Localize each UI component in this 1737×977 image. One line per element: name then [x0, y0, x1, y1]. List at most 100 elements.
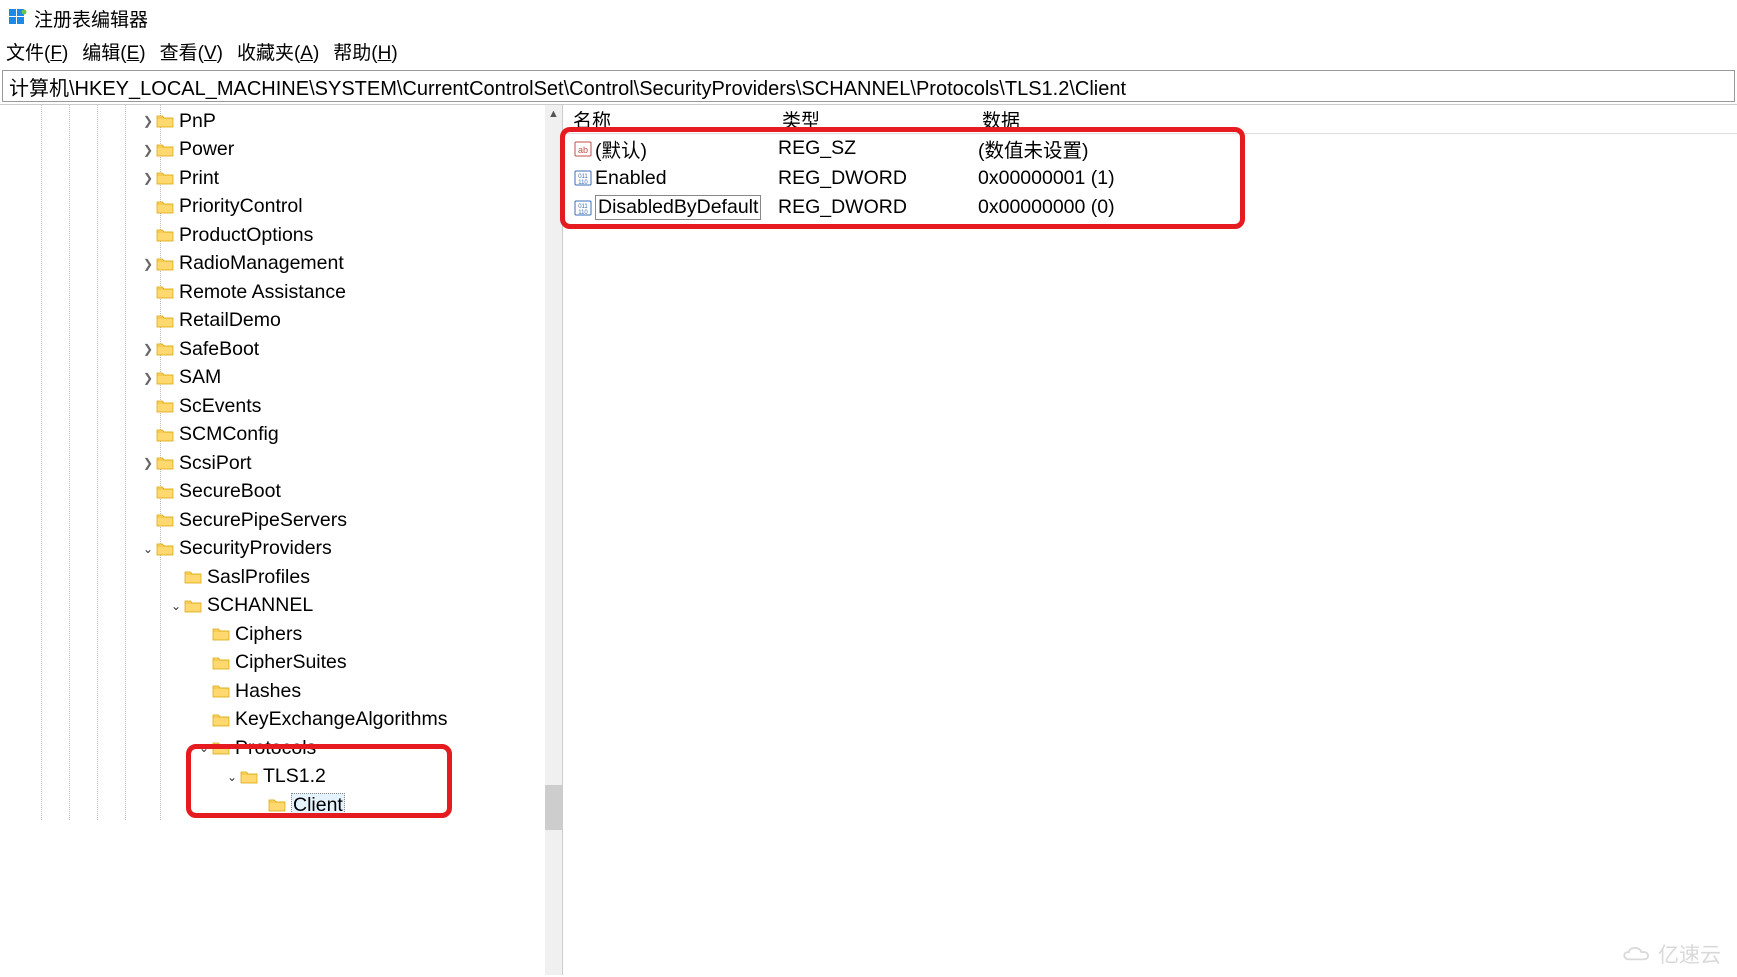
menu-edit[interactable]: 编辑(E) [82, 38, 145, 65]
address-path: 计算机\HKEY_LOCAL_MACHINE\SYSTEM\CurrentCon… [9, 72, 1126, 101]
menu-view[interactable]: 查看(V) [160, 38, 223, 65]
value-data: (数值未设置) [978, 134, 1737, 163]
tree-item[interactable]: RetailDemo [0, 307, 544, 336]
value-type: REG_DWORD [778, 167, 978, 190]
menu-favorites[interactable]: 收藏夹(A) [237, 38, 319, 65]
tree-item[interactable]: SCMConfig [0, 421, 544, 450]
address-bar[interactable]: 计算机\HKEY_LOCAL_MACHINE\SYSTEM\CurrentCon… [2, 70, 1735, 102]
tree-label: TLS1.2 [263, 765, 326, 788]
chevron-right-icon[interactable]: ❯ [140, 143, 156, 157]
tree-item[interactable]: SecurePipeServers [0, 506, 544, 535]
window-title: 注册表编辑器 [34, 5, 148, 32]
tree-label: CipherSuites [235, 651, 347, 674]
scroll-thumb[interactable] [545, 785, 562, 830]
value-data: 0x00000000 (0) [978, 196, 1737, 219]
col-data[interactable]: 数据 [978, 106, 1737, 133]
tree-item[interactable]: ❯ SafeBoot [0, 335, 544, 364]
value-name: (默认) [595, 134, 647, 163]
tree-label: KeyExchangeAlgorithms [235, 708, 447, 731]
scroll-up-icon[interactable]: ▲ [545, 105, 562, 123]
value-list[interactable]: ab(默认) REG_SZ(数值未设置)011110EnabledREG_DWOR… [563, 134, 1737, 223]
folder-icon [156, 227, 176, 243]
tree-item[interactable]: ❯ SAM [0, 364, 544, 393]
value-row[interactable]: ab(默认) REG_SZ(数值未设置) [563, 134, 1737, 164]
tree-label: SCMConfig [179, 423, 279, 446]
tree-label: Ciphers [235, 623, 302, 646]
menubar: 文件(F) 编辑(E) 查看(V) 收藏夹(A) 帮助(H) [0, 36, 1737, 66]
tree-item[interactable]: ⌄ SCHANNEL [0, 592, 544, 621]
folder-icon [184, 569, 204, 585]
chevron-right-icon[interactable]: ❯ [140, 257, 156, 271]
tree-item[interactable]: ProductOptions [0, 221, 544, 250]
tree-item[interactable]: CipherSuites [0, 649, 544, 678]
tree-item[interactable]: ⌄ TLS1.2 [0, 763, 544, 792]
folder-icon [156, 199, 176, 215]
tree-item[interactable]: ScEvents [0, 392, 544, 421]
tree-item[interactable]: ❯RadioManagement [0, 250, 544, 279]
column-headers[interactable]: 名称 类型 数据 [563, 105, 1737, 134]
tree-scrollbar[interactable]: ▲ [545, 105, 562, 975]
tree-item[interactable]: ❯ Print [0, 164, 544, 193]
tree-label: ProductOptions [179, 224, 313, 247]
col-type[interactable]: 类型 [778, 106, 978, 133]
tree-label: Hashes [235, 680, 301, 703]
value-type: REG_DWORD [778, 196, 978, 219]
app-icon [8, 8, 28, 28]
value-name: DisabledByDefault [595, 195, 761, 220]
folder-icon [212, 740, 232, 756]
value-data: 0x00000001 (1) [978, 167, 1737, 190]
folder-icon [184, 598, 204, 614]
chevron-right-icon[interactable]: ❯ [140, 456, 156, 470]
tree-item[interactable]: SaslProfiles [0, 563, 544, 592]
tree-item[interactable]: Ciphers [0, 620, 544, 649]
tree-item[interactable]: ⌄Protocols [0, 734, 544, 763]
tree-item[interactable]: Hashes [0, 677, 544, 706]
svg-text:110: 110 [578, 210, 588, 216]
tree-label: SCHANNEL [207, 594, 313, 617]
value-row[interactable]: 011110DisabledByDefault REG_DWORD0x000000… [563, 193, 1737, 223]
tree-item[interactable]: ❯Power [0, 136, 544, 165]
tree-label: SecureBoot [179, 480, 281, 503]
folder-icon [156, 512, 176, 528]
folder-icon [212, 712, 232, 728]
chevron-right-icon[interactable]: ❯ [140, 342, 156, 356]
tree-item[interactable]: Remote Assistance [0, 278, 544, 307]
tree-item[interactable]: ❯ ScsiPort [0, 449, 544, 478]
tree-item[interactable]: KeyExchangeAlgorithms [0, 706, 544, 735]
tree-label: ScEvents [179, 395, 261, 418]
value-row[interactable]: 011110EnabledREG_DWORD0x00000001 (1) [563, 164, 1737, 194]
dword-value-icon: 011110 [573, 169, 593, 187]
menu-help[interactable]: 帮助(H) [333, 38, 397, 65]
tree-item[interactable]: ❯PnP [0, 107, 544, 136]
tree-label: Print [179, 167, 219, 190]
tree-label: SaslProfiles [207, 566, 310, 589]
chevron-right-icon[interactable]: ❯ [140, 171, 156, 185]
detail-pane: 名称 类型 数据 ab(默认) REG_SZ(数值未设置)011110Enable… [563, 105, 1737, 975]
folder-icon [156, 113, 176, 129]
col-name[interactable]: 名称 [563, 106, 778, 133]
string-value-icon: ab [573, 140, 593, 158]
chevron-down-icon[interactable]: ⌄ [140, 542, 156, 556]
tree-item[interactable]: SecureBoot [0, 478, 544, 507]
tree-label: Client [291, 793, 345, 818]
tree-label: ScsiPort [179, 452, 252, 475]
chevron-right-icon[interactable]: ❯ [140, 114, 156, 128]
chevron-down-icon[interactable]: ⌄ [224, 770, 240, 784]
tree-label: SafeBoot [179, 338, 259, 361]
dword-value-icon: 011110 [573, 199, 593, 217]
chevron-down-icon[interactable]: ⌄ [196, 741, 212, 755]
folder-icon [156, 455, 176, 471]
tree-item[interactable]: PriorityControl [0, 193, 544, 222]
folder-icon [212, 683, 232, 699]
registry-tree[interactable]: ❯PnP❯Power❯PrintPriorityControlProductOp… [0, 105, 544, 820]
chevron-right-icon[interactable]: ❯ [140, 371, 156, 385]
folder-icon [156, 398, 176, 414]
folder-icon [212, 655, 232, 671]
folder-icon [156, 427, 176, 443]
value-type: REG_SZ [778, 137, 978, 160]
tree-item[interactable]: Client [0, 791, 544, 820]
menu-file[interactable]: 文件(F) [6, 38, 68, 65]
chevron-down-icon[interactable]: ⌄ [168, 599, 184, 613]
tree-item[interactable]: ⌄SecurityProviders [0, 535, 544, 564]
tree-label: SAM [179, 366, 221, 389]
